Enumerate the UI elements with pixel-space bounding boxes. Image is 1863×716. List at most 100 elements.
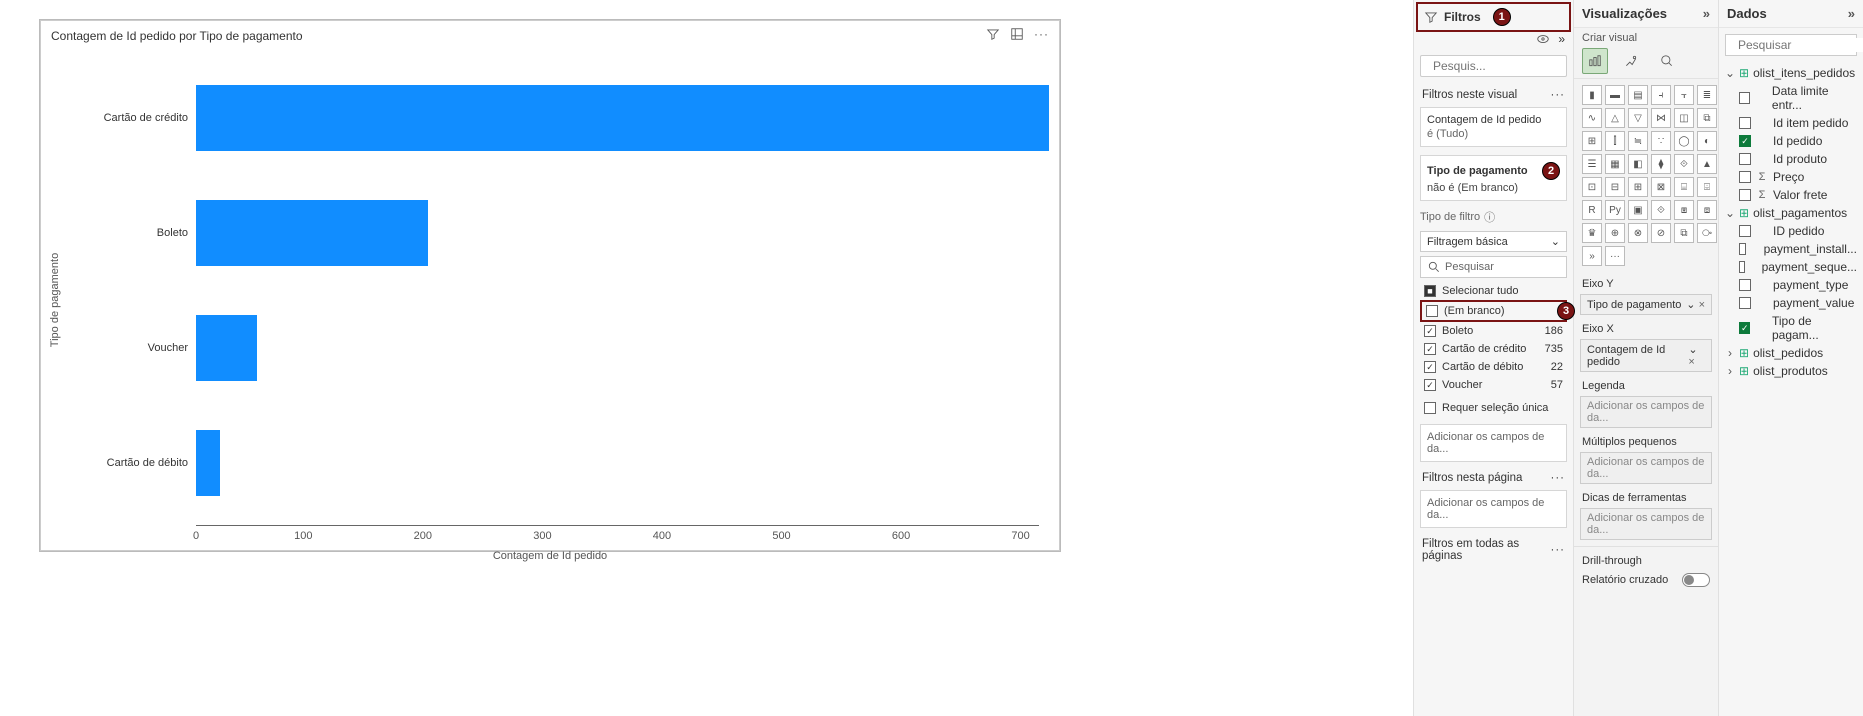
eye-icon[interactable] [1536, 32, 1550, 49]
field-checkbox[interactable] [1739, 297, 1751, 309]
chevron-down-icon[interactable]: ⌄ [1725, 206, 1735, 220]
field-row[interactable]: Id item pedido [1737, 114, 1859, 132]
viz-type-icon[interactable]: ◫ [1674, 108, 1694, 128]
more-icon[interactable]: ··· [1551, 544, 1566, 556]
viz-type-icon[interactable]: ⌸ [1674, 177, 1694, 197]
bar-fill[interactable] [196, 85, 1049, 151]
checkbox-icon[interactable] [1424, 379, 1436, 391]
collapse-icon[interactable]: » [1848, 6, 1855, 21]
viz-type-icon[interactable]: ∿ [1582, 108, 1602, 128]
viz-type-icon[interactable]: ⊗ [1628, 223, 1648, 243]
viz-type-icon[interactable]: ⟐ [1674, 154, 1694, 174]
remove-icon[interactable]: × [1688, 356, 1694, 368]
field-checkbox[interactable] [1739, 189, 1751, 201]
field-checkbox[interactable] [1739, 225, 1751, 237]
filter-card-count[interactable]: Contagem de Id pedido é (Tudo) [1420, 107, 1567, 147]
viz-type-icon[interactable]: ☰ [1582, 154, 1602, 174]
bar-row[interactable]: Boleto [196, 198, 1049, 268]
field-row[interactable]: payment_value [1737, 294, 1859, 312]
checkbox-icon[interactable] [1424, 361, 1436, 373]
viz-type-icon[interactable]: ⫟ [1674, 85, 1694, 105]
checkbox-icon[interactable]: ■ [1424, 285, 1436, 297]
chevron-right-icon[interactable]: › [1725, 346, 1735, 360]
field-row[interactable]: payment_install... [1737, 240, 1859, 258]
add-fields-page[interactable]: Adicionar os campos de da... [1420, 490, 1567, 528]
bar-row[interactable]: Cartão de crédito [196, 83, 1049, 153]
viz-type-icon[interactable]: ⧆ [1674, 200, 1694, 220]
collapse-icon[interactable]: » [1558, 32, 1565, 49]
build-visual-tab[interactable] [1582, 48, 1608, 74]
viz-type-icon[interactable]: ◐ [1697, 131, 1717, 151]
format-visual-tab[interactable] [1618, 48, 1644, 74]
chevron-down-icon[interactable]: ⌄ [1725, 66, 1735, 80]
viz-type-icon[interactable]: » [1582, 246, 1602, 266]
viz-type-icon[interactable]: ··· [1605, 246, 1625, 266]
filter-card-tipo[interactable]: Tipo de pagamento 2 não é (Em branco) [1420, 155, 1567, 201]
canvas-area[interactable]: Contagem de Id pedido por Tipo de pagame… [0, 0, 1413, 716]
checkbox-icon[interactable] [1424, 343, 1436, 355]
table-node[interactable]: ⌄⊞olist_itens_pedidos [1723, 64, 1859, 82]
viz-type-icon[interactable]: ◧ [1628, 154, 1648, 174]
well-legend[interactable]: Adicionar os campos de da... [1580, 396, 1712, 428]
filter-option[interactable]: Cartão de crédito735 [1420, 340, 1567, 358]
chart-visual[interactable]: Contagem de Id pedido por Tipo de pagame… [40, 20, 1060, 551]
field-row[interactable]: ΣPreço [1737, 168, 1859, 186]
viz-type-icon[interactable]: ⧫ [1651, 154, 1671, 174]
viz-type-icon[interactable]: ⊕ [1605, 223, 1625, 243]
cross-report-toggle[interactable] [1682, 573, 1710, 587]
viz-type-icon[interactable]: ▮ [1582, 85, 1602, 105]
add-fields-visual[interactable]: Adicionar os campos de da... [1420, 424, 1567, 462]
filters-search-input[interactable] [1433, 59, 1588, 73]
viz-type-icon[interactable]: ⌹ [1697, 177, 1717, 197]
field-checkbox[interactable] [1739, 261, 1745, 273]
viz-type-icon[interactable]: ⧈ [1697, 200, 1717, 220]
analytics-tab[interactable] [1654, 48, 1680, 74]
filter-option[interactable]: Boleto186 [1420, 322, 1567, 340]
field-row[interactable]: Data limite entr... [1737, 82, 1859, 114]
filter-option[interactable]: Voucher57 [1420, 376, 1567, 394]
viz-type-icon[interactable]: ⫞ [1651, 85, 1671, 105]
field-checkbox[interactable] [1739, 279, 1751, 291]
require-single-row[interactable]: Requer seleção única [1414, 396, 1573, 420]
viz-type-icon[interactable]: ∵ [1651, 131, 1671, 151]
filter-option[interactable]: (Em branco)3 [1420, 300, 1567, 322]
field-row[interactable]: payment_type [1737, 276, 1859, 294]
field-checkbox[interactable] [1739, 92, 1750, 104]
field-checkbox[interactable] [1739, 117, 1751, 129]
viz-type-icon[interactable]: ▬ [1605, 85, 1625, 105]
well-tooltip[interactable]: Adicionar os campos de da... [1580, 508, 1712, 540]
bar-row[interactable]: Cartão de débito [196, 428, 1049, 498]
field-checkbox[interactable] [1739, 243, 1746, 255]
viz-type-icon[interactable]: △ [1605, 108, 1625, 128]
viz-type-icon[interactable]: ⧂ [1697, 223, 1717, 243]
field-row[interactable]: ID pedido [1737, 222, 1859, 240]
well-y[interactable]: Tipo de pagamento⌄ × [1580, 294, 1712, 315]
viz-type-icon[interactable]: ⧉ [1697, 108, 1717, 128]
well-small[interactable]: Adicionar os campos de da... [1580, 452, 1712, 484]
data-search-input[interactable] [1738, 38, 1863, 52]
more-icon[interactable]: ··· [1551, 89, 1566, 101]
filter-icon[interactable] [986, 27, 1000, 44]
viz-type-icon[interactable]: ⊞ [1582, 131, 1602, 151]
well-x[interactable]: Contagem de Id pedido⌄ × [1580, 339, 1712, 372]
field-row[interactable]: Id pedido [1737, 132, 1859, 150]
table-node[interactable]: ›⊞olist_pedidos [1723, 344, 1859, 362]
field-row[interactable]: Id produto [1737, 150, 1859, 168]
field-row[interactable]: ΣValor frete [1737, 186, 1859, 204]
viz-type-icon[interactable]: ▲ [1697, 154, 1717, 174]
data-search[interactable] [1725, 34, 1857, 56]
checkbox-icon[interactable] [1424, 402, 1436, 414]
viz-type-icon[interactable]: ⊘ [1651, 223, 1671, 243]
checkbox-icon[interactable] [1426, 305, 1438, 317]
bar-row[interactable]: Voucher [196, 313, 1049, 383]
viz-type-icon[interactable]: R [1582, 200, 1602, 220]
viz-type-icon[interactable]: ⊡ [1582, 177, 1602, 197]
viz-type-icon[interactable]: ▦ [1605, 154, 1625, 174]
field-row[interactable]: Tipo de pagam... [1737, 312, 1859, 344]
more-icon[interactable]: ··· [1551, 472, 1566, 484]
bar-fill[interactable] [196, 315, 257, 381]
field-checkbox[interactable] [1739, 322, 1750, 334]
viz-type-icon[interactable]: ▽ [1628, 108, 1648, 128]
table-node[interactable]: ›⊞olist_produtos [1723, 362, 1859, 380]
table-node[interactable]: ⌄⊞olist_pagamentos [1723, 204, 1859, 222]
